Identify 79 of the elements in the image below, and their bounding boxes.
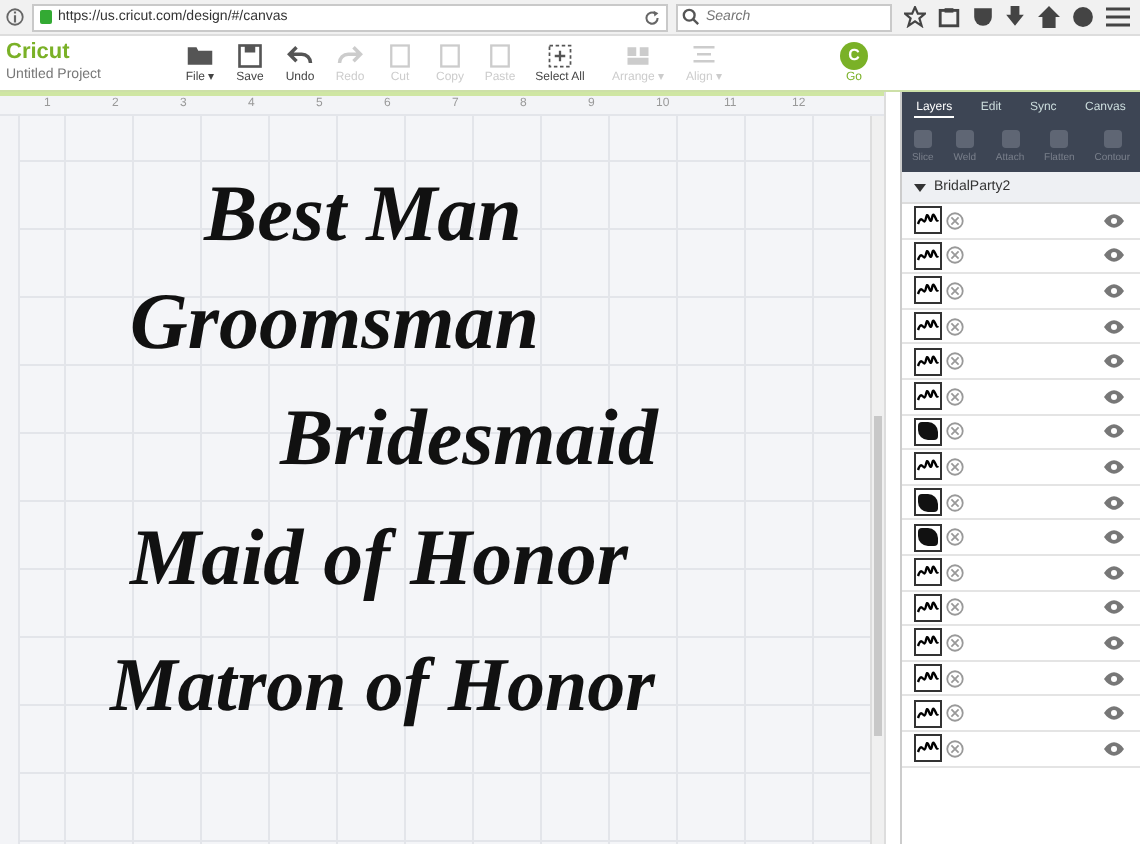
eye-icon[interactable] [1104, 741, 1124, 756]
eye-icon[interactable] [1104, 671, 1124, 686]
layer-row[interactable] [902, 626, 1140, 662]
eye-icon[interactable] [1104, 635, 1124, 650]
action-icon [1050, 130, 1069, 148]
script-thumbnail [914, 276, 942, 305]
eye-icon[interactable] [1104, 495, 1124, 510]
action-icon [1001, 130, 1020, 148]
script-thumbnail [914, 593, 942, 622]
shape-thumbnail [914, 417, 942, 446]
go-icon: C [840, 41, 868, 69]
layer-row[interactable] [902, 415, 1140, 451]
eye-icon[interactable] [1104, 424, 1124, 439]
shape-thumbnail [914, 488, 942, 517]
canvas-text[interactable]: Bridesmaid [280, 392, 658, 484]
reload-icon[interactable] [644, 9, 660, 25]
script-thumbnail [914, 241, 942, 270]
dashed-square-icon [546, 41, 574, 69]
script-thumbnail [914, 312, 942, 341]
shape-thumbnail [914, 523, 942, 552]
undo-icon [286, 41, 314, 69]
grid-icon [624, 41, 652, 69]
action-icon [1103, 130, 1122, 148]
star-icon[interactable] [904, 6, 926, 28]
menu-icon[interactable] [1105, 6, 1130, 28]
lock-icon [40, 10, 52, 24]
eye-icon[interactable] [1104, 565, 1124, 580]
eye-icon[interactable] [1104, 459, 1124, 474]
layer-row[interactable] [902, 309, 1140, 345]
info-icon[interactable] [6, 8, 24, 26]
layer-row[interactable] [902, 485, 1140, 521]
script-thumbnail [914, 734, 942, 763]
page-icon [386, 41, 414, 69]
eye-icon[interactable] [1104, 283, 1124, 298]
action-icon [955, 130, 974, 148]
canvas-text[interactable]: Maid of Honor [130, 512, 628, 604]
script-thumbnail [914, 452, 942, 481]
page-icon [436, 41, 464, 69]
eye-icon[interactable] [1104, 530, 1124, 545]
layer-row[interactable] [902, 696, 1140, 732]
layer-row[interactable] [902, 239, 1140, 275]
script-thumbnail [914, 664, 942, 693]
lines-icon [690, 41, 718, 69]
action-icon [913, 130, 932, 148]
design-canvas[interactable]: Best Man Groomsman Bridesmaid Maid of Honor Matron of Honor [20, 116, 870, 844]
folder-icon [186, 41, 214, 69]
layer-row[interactable] [902, 731, 1140, 767]
download-icon[interactable] [1004, 6, 1027, 28]
canvas-text[interactable]: Matron of Honor [110, 640, 655, 732]
redo-icon [336, 41, 364, 69]
layer-row[interactable] [902, 204, 1140, 240]
page-icon [486, 41, 514, 69]
script-thumbnail [914, 699, 942, 728]
layer-row[interactable] [902, 520, 1140, 556]
layer-row[interactable] [902, 555, 1140, 592]
home-icon[interactable] [1038, 6, 1061, 28]
eye-icon[interactable] [1104, 600, 1124, 615]
layer-row[interactable] [902, 450, 1140, 486]
scrollbar[interactable] [870, 116, 884, 844]
layer-row[interactable] [902, 344, 1140, 380]
layer-row[interactable] [902, 379, 1140, 416]
caret-icon[interactable] [914, 183, 926, 191]
eye-icon[interactable] [1104, 389, 1124, 404]
eye-icon[interactable] [1104, 706, 1124, 721]
eye-icon[interactable] [1104, 354, 1124, 369]
layer-row[interactable] [902, 661, 1140, 697]
script-thumbnail [914, 347, 942, 376]
canvas-text[interactable]: Groomsman [130, 276, 539, 368]
clipboard-icon[interactable] [937, 6, 960, 28]
canvas-text[interactable]: Best Man [204, 168, 522, 260]
layer-row[interactable] [902, 274, 1140, 310]
eye-icon[interactable] [1104, 319, 1124, 334]
script-thumbnail [914, 628, 942, 657]
script-thumbnail [914, 206, 942, 235]
script-thumbnail [914, 382, 942, 411]
eye-icon[interactable] [1104, 213, 1124, 228]
eye-icon[interactable] [1104, 248, 1124, 263]
script-thumbnail [914, 558, 942, 587]
layer-row[interactable] [902, 591, 1140, 627]
